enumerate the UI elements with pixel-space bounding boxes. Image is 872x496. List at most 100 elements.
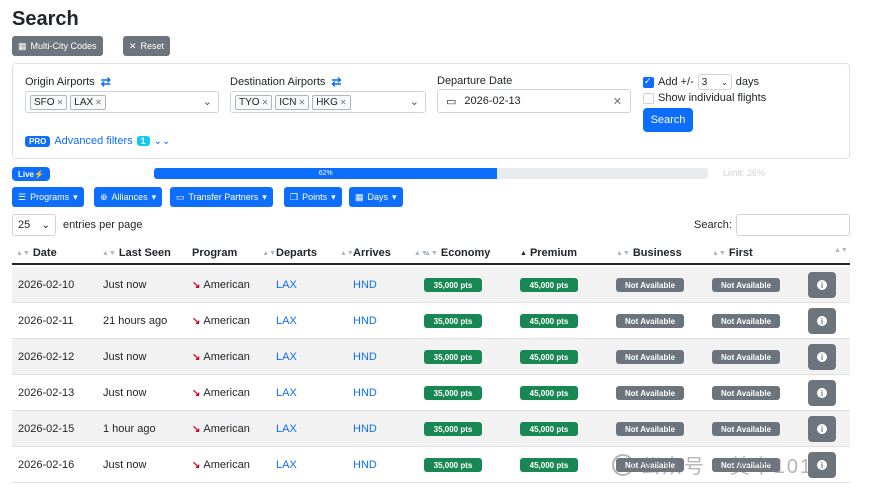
swap-arrows-icon[interactable]: ⇄ [331,75,341,89]
premium-badge[interactable]: 45,000 pts [520,314,578,328]
globe-icon: ⊕ [100,191,108,202]
cell-program: ↘ American [192,315,250,327]
origin-tag[interactable]: SFO ✕ [30,94,68,110]
header-premium[interactable]: ▲ Premium [520,247,577,259]
days-filter-button[interactable]: ▦ Days ▾ [349,187,403,207]
origin-tag[interactable]: LAX ✕ [70,94,106,110]
cell-program-label: American [203,387,250,399]
transfer-partners-filter-button[interactable]: ▭ Transfer Partners ▾ [170,187,273,207]
header-program[interactable]: Program ▲▼ [192,247,276,259]
info-icon: i [817,280,827,290]
info-button[interactable]: i [808,380,836,406]
chevron-down-icon[interactable]: ⌄ [203,95,212,108]
cell-date: 2026-02-16 [18,459,75,471]
advanced-filters-row[interactable]: PRO Advanced filters 1 ⌄⌄ [25,135,170,147]
cell-departs-link[interactable]: LAX [276,315,297,327]
days-filter-label: Days [367,192,389,202]
destination-tag-label: HKG [316,96,338,108]
header-arrives[interactable]: Arrives ▲▼ [353,247,428,259]
programs-filter-button[interactable]: ☰ Programs ▾ [12,187,84,207]
cell-arrives-link[interactable]: HND [353,387,377,399]
info-icon: i [817,316,827,326]
economy-badge[interactable]: 35,000 pts [424,350,482,364]
clear-icon[interactable]: ✕ [613,95,622,108]
cell-arrives-link[interactable]: HND [353,423,377,435]
remove-tag-icon[interactable]: ✕ [57,98,64,107]
cell-departs-link[interactable]: LAX [276,387,297,399]
sort-icon: ▲▼ [834,247,848,254]
info-button[interactable]: i [808,344,836,370]
cell-arrives-link[interactable]: HND [353,459,377,471]
economy-badge[interactable]: 35,000 pts [424,386,482,400]
info-button[interactable]: i [808,272,836,298]
header-departs[interactable]: Departs ▲▼ [276,247,354,259]
sort-icon: ▲▼ [616,249,630,257]
header-economy[interactable]: ▲▼ Economy [424,247,490,259]
remove-tag-icon[interactable]: ✕ [95,98,102,107]
header-actions[interactable]: ▲▼ [834,247,848,254]
show-individual-checkbox[interactable] [643,92,654,104]
days-select[interactable]: 3 ⌄ [697,74,732,90]
info-button[interactable]: i [808,308,836,334]
origin-tag-label: LAX [74,96,94,108]
origin-airports-select[interactable]: SFO ✕ LAX ✕ ⌄ [25,91,219,113]
header-first[interactable]: ▲▼ First [712,247,753,259]
sort-ascending-icon: ▲ [520,249,527,257]
alliances-filter-button[interactable]: ⊕ Alliances ▾ [94,187,163,207]
header-departs-label: Departs [276,247,317,259]
header-last-seen[interactable]: ▲▼ Last Seen [102,247,171,259]
remove-tag-icon[interactable]: ✕ [299,98,306,107]
transfer-partners-filter-label: Transfer Partners [188,192,259,202]
cell-last-seen: 1 hour ago [103,423,156,435]
watermark-text: 公众号 · 美卡101 [640,456,814,478]
header-arrives-label: Arrives [353,247,391,259]
premium-badge[interactable]: 45,000 pts [520,386,578,400]
info-button[interactable]: i [808,416,836,442]
table-search-input[interactable] [736,214,850,236]
american-airlines-icon: ↘ [192,388,201,399]
cell-departs-link[interactable]: LAX [276,459,297,471]
header-economy-label: Economy [440,247,491,259]
first-badge: Not Available [712,422,780,436]
multi-city-codes-button[interactable]: ▦ Multi-City Codes [12,36,103,56]
cell-date: 2026-02-11 [18,315,74,327]
header-program-label: Program [192,247,238,259]
economy-badge[interactable]: 35,000 pts [424,314,482,328]
cell-departs-link[interactable]: LAX [276,279,297,291]
swap-arrows-icon[interactable]: ⇄ [101,75,111,89]
chevron-down-icon[interactable]: ⌄ [410,95,419,108]
cell-arrives-link[interactable]: HND [353,315,377,327]
departure-date-input[interactable]: ▭ 2026-02-13 ✕ [437,89,631,113]
double-chevron-down-icon[interactable]: ⌄⌄ [154,136,171,147]
cell-departs-link[interactable]: LAX [276,351,297,363]
destination-airports-select[interactable]: TYO ✕ ICN ✕ HKG ✕ ⌄ [230,91,426,113]
caret-down-icon: ▾ [151,191,157,202]
departure-date-value: 2026-02-13 [464,95,521,107]
add-days-checkbox[interactable] [643,76,654,88]
remove-tag-icon[interactable]: ✕ [340,98,347,107]
premium-badge[interactable]: 45,000 pts [520,422,578,436]
header-business[interactable]: ▲▼ Business [616,247,682,259]
economy-badge[interactable]: 35,000 pts [424,458,482,472]
cell-arrives-link[interactable]: HND [353,279,377,291]
economy-badge[interactable]: 35,000 pts [424,278,482,292]
card-icon: ▭ [176,191,185,202]
header-date[interactable]: ▲▼ Date [16,247,57,259]
points-filter-button[interactable]: ❐ Points ▾ [284,187,342,207]
reset-button[interactable]: ✕ Reset [123,36,171,56]
cell-departs-link[interactable]: LAX [276,423,297,435]
page-size-select[interactable]: 25 ⌄ [12,214,56,236]
premium-badge[interactable]: 45,000 pts [520,458,578,472]
destination-tag[interactable]: ICN ✕ [275,94,310,110]
premium-badge[interactable]: 45,000 pts [520,350,578,364]
search-button[interactable]: Search [643,108,693,132]
add-days-label: Add +/- [658,76,694,88]
economy-badge[interactable]: 35,000 pts [424,422,482,436]
premium-badge[interactable]: 45,000 pts [520,278,578,292]
remove-tag-icon[interactable]: ✕ [262,98,269,107]
table-row: 2026-02-12 Just now ↘ American LAX HND 35,000 … [12,339,850,375]
destination-tag[interactable]: TYO ✕ [235,94,273,110]
advanced-filters-link[interactable]: Advanced filters [54,135,132,147]
destination-tag[interactable]: HKG ✕ [312,94,351,110]
cell-arrives-link[interactable]: HND [353,351,377,363]
